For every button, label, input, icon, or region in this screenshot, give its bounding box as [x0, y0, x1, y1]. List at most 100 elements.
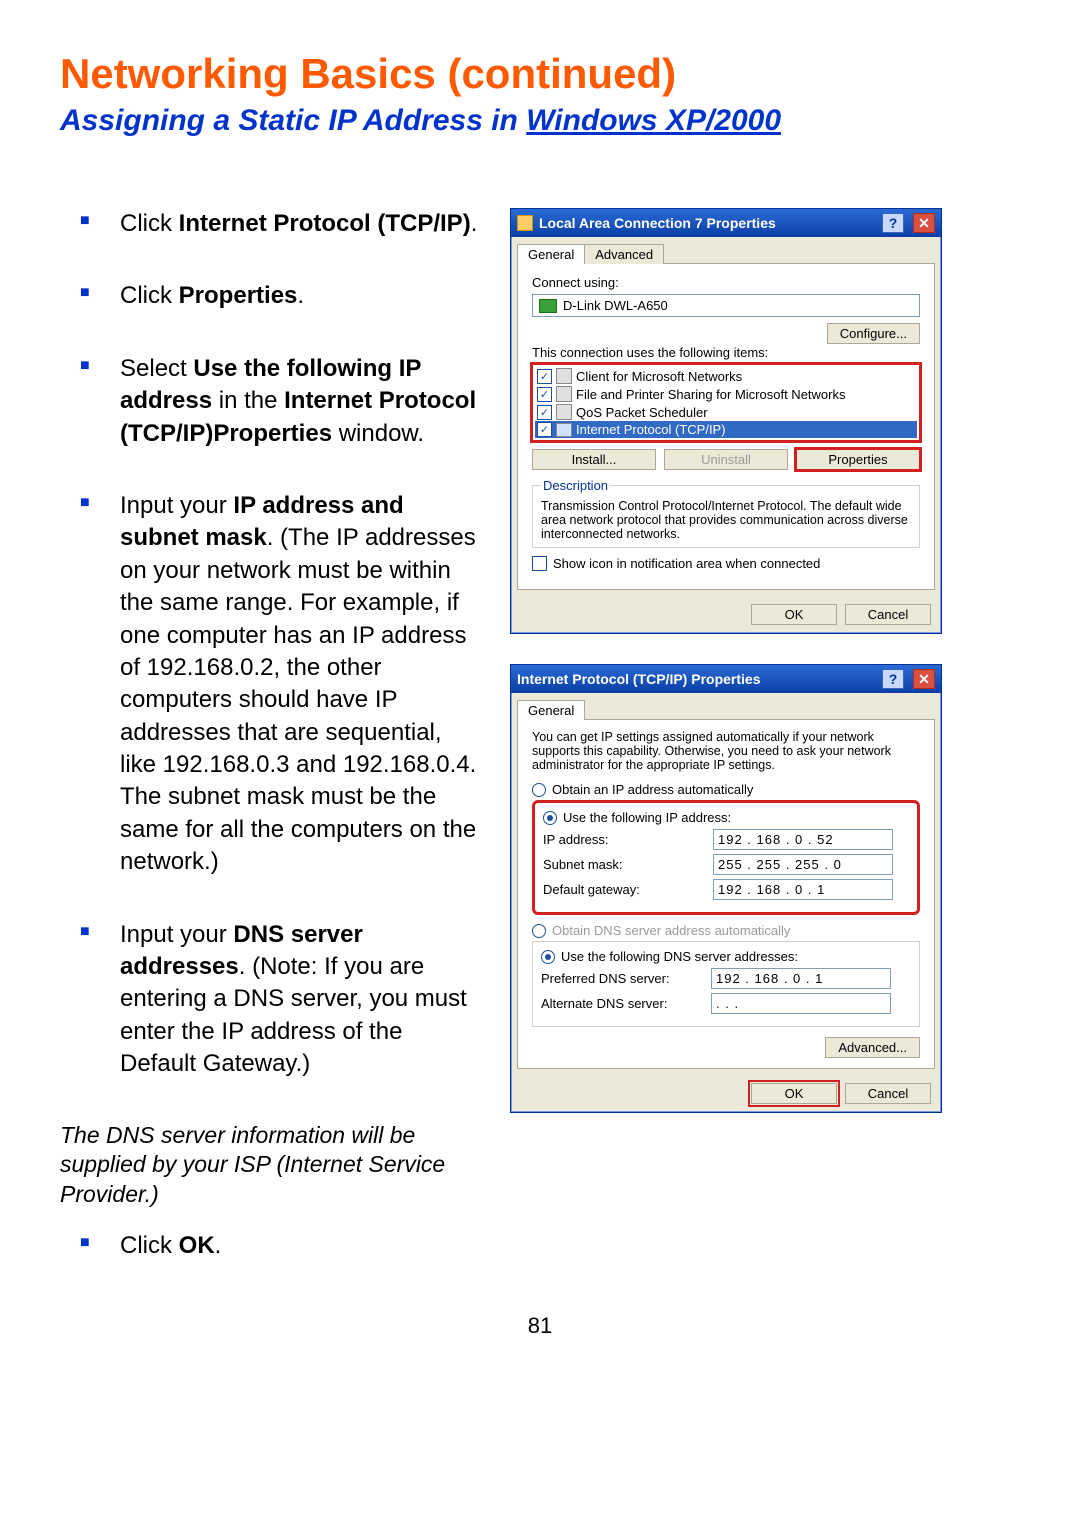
t: Select: [120, 355, 193, 382]
subnet-mask-input[interactable]: 255 . 255 . 255 . 0: [713, 854, 893, 875]
dialog2-title: Internet Protocol (TCP/IP) Properties: [517, 671, 760, 687]
connect-using-label: Connect using:: [532, 275, 619, 290]
obtain-ip-radio[interactable]: Obtain an IP address automatically: [532, 782, 920, 797]
t: .: [297, 282, 304, 309]
uses-items-label: This connection uses the following items…: [532, 345, 768, 360]
use-ip-group: Use the following IP address: IP address…: [532, 800, 920, 915]
client-icon: [556, 368, 572, 384]
radio-icon[interactable]: [541, 950, 555, 964]
tab-general[interactable]: General: [517, 700, 585, 720]
help-button[interactable]: ?: [882, 669, 904, 689]
item-label: File and Printer Sharing for Microsoft N…: [576, 387, 845, 402]
cancel-button[interactable]: Cancel: [845, 604, 931, 625]
description-legend: Description: [541, 478, 610, 493]
default-gateway-label: Default gateway:: [543, 882, 713, 897]
description-group: Description Transmission Control Protoco…: [532, 478, 920, 548]
item-file-printer[interactable]: ✓ File and Printer Sharing for Microsoft …: [535, 385, 917, 403]
ok-button[interactable]: OK: [751, 1083, 837, 1104]
t: Click: [120, 1232, 179, 1259]
t: . (The IP addresses on your network must…: [120, 524, 476, 875]
install-button[interactable]: Install...: [532, 449, 656, 470]
checkbox-icon[interactable]: ✓: [537, 387, 552, 402]
uninstall-button: Uninstall: [664, 449, 788, 470]
nic-icon: [539, 299, 557, 313]
t: Input your: [120, 492, 233, 519]
pin-icon: [517, 215, 533, 231]
item-client-ms[interactable]: ✓ Client for Microsoft Networks: [535, 367, 917, 385]
ip-info-text: You can get IP settings assigned automat…: [532, 730, 920, 772]
step-4: Input your IP address and subnet mask. (…: [120, 490, 480, 879]
item-label: Internet Protocol (TCP/IP): [576, 422, 726, 437]
radio-icon: [532, 924, 546, 938]
dialog1-title: Local Area Connection 7 Properties: [539, 215, 776, 231]
help-button[interactable]: ?: [882, 213, 904, 233]
t: OK: [179, 1232, 215, 1259]
checkbox-icon[interactable]: ✓: [537, 369, 552, 384]
ok-button[interactable]: OK: [751, 604, 837, 625]
ip-address-label: IP address:: [543, 832, 713, 847]
t: Internet Protocol (TCP/IP): [179, 210, 471, 237]
radio-label: Use the following DNS server addresses:: [561, 949, 798, 964]
step-1: Click Internet Protocol (TCP/IP).: [120, 208, 480, 240]
t: Input your: [120, 921, 233, 948]
step-2: Click Properties.: [120, 280, 480, 312]
checkbox-icon[interactable]: ✓: [537, 422, 552, 437]
checkbox-icon[interactable]: ✓: [532, 556, 547, 571]
connection-items-box[interactable]: ✓ Client for Microsoft Networks ✓ File and…: [532, 364, 920, 441]
adapter-box[interactable]: D-Link DWL-A650: [532, 294, 920, 317]
close-button[interactable]: ✕: [913, 213, 935, 233]
close-button[interactable]: ✕: [913, 669, 935, 689]
t: Properties: [179, 282, 298, 309]
subtitle-part-a: Assigning a Static IP Address in: [60, 104, 526, 137]
properties-button[interactable]: Properties: [796, 449, 920, 470]
cancel-button[interactable]: Cancel: [845, 1083, 931, 1104]
t: .: [471, 210, 478, 237]
tab-general[interactable]: General: [517, 244, 585, 264]
advanced-button[interactable]: Advanced...: [825, 1037, 920, 1058]
item-tcpip[interactable]: ✓ Internet Protocol (TCP/IP): [535, 421, 917, 438]
alternate-dns-label: Alternate DNS server:: [541, 996, 711, 1011]
share-icon: [556, 386, 572, 402]
step-5: Input your DNS server addresses. (Note: …: [120, 919, 480, 1081]
use-ip-radio[interactable]: Use the following IP address:: [543, 810, 909, 825]
t: .: [215, 1232, 222, 1259]
page-title: Networking Basics (continued): [60, 50, 1020, 98]
checkbox-icon[interactable]: ✓: [537, 405, 552, 420]
item-label: Client for Microsoft Networks: [576, 369, 742, 384]
t: window.: [332, 420, 424, 447]
item-label: QoS Packet Scheduler: [576, 405, 708, 420]
tcpip-properties-dialog: Internet Protocol (TCP/IP) Properties ? …: [510, 664, 942, 1113]
qos-icon: [556, 404, 572, 420]
radio-label: Obtain an IP address automatically: [552, 782, 753, 797]
alternate-dns-input[interactable]: . . .: [711, 993, 891, 1014]
t: in the: [212, 387, 284, 414]
radio-label: Obtain DNS server address automatically: [552, 923, 790, 938]
item-qos[interactable]: ✓ QoS Packet Scheduler: [535, 403, 917, 421]
page-subtitle: Assigning a Static IP Address in Windows…: [60, 104, 1020, 138]
instruction-list: Click Internet Protocol (TCP/IP). Click …: [60, 208, 480, 1081]
page-number: 81: [60, 1313, 1020, 1339]
tcpip-icon: [556, 423, 572, 437]
subtitle-part-b: Windows XP/2000: [526, 104, 781, 137]
adapter-name: D-Link DWL-A650: [563, 298, 668, 313]
preferred-dns-label: Preferred DNS server:: [541, 971, 711, 986]
description-text: Transmission Control Protocol/Internet P…: [541, 499, 911, 541]
t: Click: [120, 282, 179, 309]
default-gateway-input[interactable]: 192 . 168 . 0 . 1: [713, 879, 893, 900]
preferred-dns-input[interactable]: 192 . 168 . 0 . 1: [711, 968, 891, 989]
show-icon-label: Show icon in notification area when conn…: [553, 556, 820, 571]
dialog1-titlebar[interactable]: Local Area Connection 7 Properties ? ✕: [511, 209, 941, 237]
step-6: Click OK.: [120, 1230, 480, 1262]
connection-properties-dialog: Local Area Connection 7 Properties ? ✕ G…: [510, 208, 942, 634]
tab-advanced[interactable]: Advanced: [584, 244, 664, 264]
ip-address-input[interactable]: 192 . 168 . 0 . 52: [713, 829, 893, 850]
show-icon-row[interactable]: ✓ Show icon in notification area when co…: [532, 556, 920, 571]
radio-icon[interactable]: [532, 783, 546, 797]
dns-note: The DNS server information will be suppl…: [60, 1121, 480, 1211]
use-dns-radio[interactable]: Use the following DNS server addresses:: [541, 949, 911, 964]
configure-button[interactable]: Configure...: [827, 323, 920, 344]
radio-icon[interactable]: [543, 811, 557, 825]
t: Click: [120, 210, 179, 237]
step-3: Select Use the following IP address in t…: [120, 353, 480, 450]
dialog2-titlebar[interactable]: Internet Protocol (TCP/IP) Properties ? …: [511, 665, 941, 693]
